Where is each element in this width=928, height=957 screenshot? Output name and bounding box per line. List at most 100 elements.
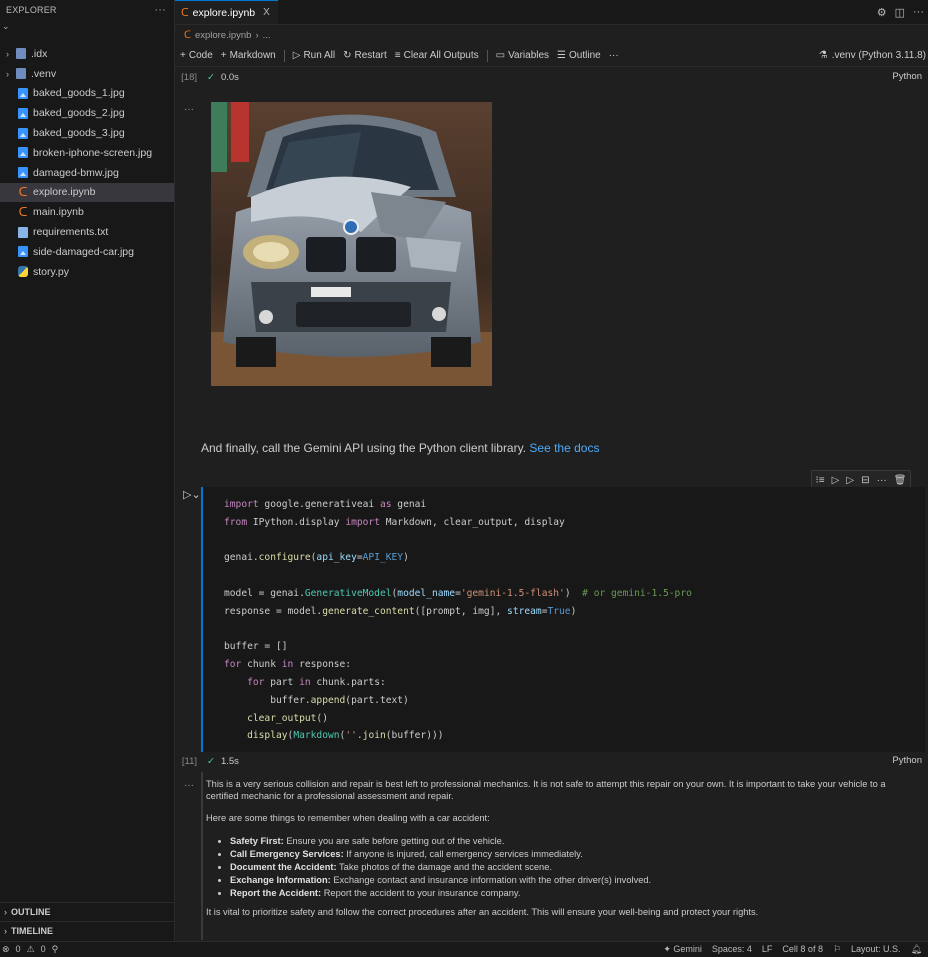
execute-above-icon[interactable]: ▷ <box>832 475 840 486</box>
image-file-icon <box>18 107 28 119</box>
add-markdown-button[interactable]: + Markdown <box>221 50 276 61</box>
split-editor-icon[interactable]: ◫ <box>895 6 905 19</box>
split-cell-icon[interactable]: ⊟ <box>861 475 869 486</box>
breadcrumb-file[interactable]: explore.ipynb <box>195 30 252 41</box>
execute-below-icon[interactable]: ▷ <box>846 475 854 486</box>
tree-item-baked-goods-2[interactable]: baked_goods_2.jpg <box>0 103 174 123</box>
chevron-right-icon: › <box>4 926 7 936</box>
execution-time: 0.0s <box>220 71 239 83</box>
jupyter-icon: ᑕ <box>184 29 191 41</box>
outline-button[interactable]: ☰ Outline <box>557 50 601 61</box>
image-file-icon <box>18 147 28 159</box>
tree-item-broken-iphone[interactable]: broken-iphone-screen.jpg <box>0 143 174 163</box>
list-item-text: Ensure you are safe before getting out o… <box>286 835 505 846</box>
error-count: 0 <box>15 944 21 954</box>
check-icon: ✓ <box>207 755 215 767</box>
tree-item-label: side-damaged-car.jpg <box>33 245 134 258</box>
tree-item-side-damaged-car[interactable]: side-damaged-car.jpg <box>0 242 174 262</box>
variables-button[interactable]: ▭ Variables <box>496 50 549 61</box>
image-file-icon <box>18 246 28 258</box>
tree-item-damaged-bmw[interactable]: damaged-bmw.jpg <box>0 163 174 183</box>
output-list-intro: Here are some things to remember when de… <box>206 813 490 823</box>
warning-count: 0 <box>40 944 46 954</box>
tree-item-explore-ipynb[interactable]: ᑕ explore.ipynb <box>0 182 174 203</box>
gear-icon[interactable]: ⚙ <box>877 6 887 19</box>
tree-item-story-py[interactable]: story.py <box>0 262 174 282</box>
flask-icon: ⚗ <box>818 50 828 61</box>
tab-bar: ᑕ explore.ipynb X ⚙ ◫ ··· <box>175 0 928 25</box>
problems-indicator[interactable]: ⊗ 0 ⚠ 0 ⚲ <box>0 944 58 955</box>
tree-item-label: damaged-bmw.jpg <box>33 166 119 179</box>
folder-icon <box>16 48 26 60</box>
broadcast-icon[interactable]: ⚲ <box>52 944 59 955</box>
outline-label: Outline <box>569 50 601 61</box>
tree-item-label: baked_goods_3.jpg <box>33 127 125 140</box>
toolbar-more-button[interactable]: ··· <box>609 50 619 61</box>
indentation-status[interactable]: Spaces: 4 <box>712 944 752 955</box>
close-icon[interactable]: X <box>263 7 270 18</box>
explorer-sidebar: EXPLORER ··· ⌄ › .idx › .venv baked_goods_… <box>0 0 175 941</box>
outline-section[interactable]: › OUTLINE <box>0 902 174 921</box>
clear-outputs-button[interactable]: ≡ Clear All Outputs <box>395 50 479 61</box>
code-editor[interactable]: import google.generativeai as genai from… <box>224 496 692 745</box>
kernel-picker[interactable]: ⚗ .venv (Python 3.11.8) <box>819 50 926 61</box>
run-cell-button[interactable]: ▷⌄ <box>183 488 201 501</box>
list-item: Call Emergency Services: If anyone is in… <box>230 849 913 861</box>
vscode-window: EXPLORER ··· ⌄ › .idx › .venv baked_goods_… <box>0 0 928 957</box>
bell-icon[interactable]: 🔔︎ <box>911 944 922 955</box>
timeline-label: TIMELINE <box>11 926 53 936</box>
cell-output: This is a very serious collision and rep… <box>201 772 925 940</box>
eol-status[interactable]: LF <box>762 944 773 955</box>
restart-button[interactable]: ↻ Restart <box>343 50 387 61</box>
tree-item-venv[interactable]: › .venv <box>0 64 174 84</box>
tree-item-label: main.ipynb <box>33 206 84 219</box>
tree-item-requirements[interactable]: requirements.txt <box>0 222 174 242</box>
run-all-icon: ▷ <box>292 50 301 61</box>
output-more-icon[interactable]: ··· <box>184 780 194 791</box>
add-code-button[interactable]: + Code <box>180 50 213 61</box>
plus-icon: + <box>220 50 227 61</box>
tree-item-label: story.py <box>33 265 69 278</box>
workspace-chevron-icon[interactable]: ⌄ <box>0 20 174 32</box>
feedback-icon[interactable]: ⚐ <box>833 944 841 955</box>
markdown-text: And finally, call the Gemini API using t… <box>201 441 527 455</box>
tree-item-baked-goods-1[interactable]: baked_goods_1.jpg <box>0 84 174 104</box>
jupyter-icon: ᑕ <box>18 204 28 219</box>
chevron-right-icon: › <box>6 48 9 59</box>
run-all-button[interactable]: ▷ Run All <box>293 50 335 61</box>
code-cell[interactable]: import google.generativeai as genai from… <box>201 487 925 752</box>
cell-status-bar: [11] ✓ 1.5s Python <box>175 751 928 771</box>
image-file-icon <box>18 167 28 179</box>
cell-language[interactable]: Python <box>892 71 922 82</box>
gemini-label: Gemini <box>673 944 702 954</box>
execution-time: 1.5s <box>220 755 239 767</box>
tree-item-idx[interactable]: › .idx <box>0 44 174 64</box>
run-by-line-icon[interactable]: ⁝≡ <box>816 475 825 486</box>
explorer-title: EXPLORER <box>6 5 57 15</box>
tab-explore-ipynb[interactable]: ᑕ explore.ipynb X <box>175 0 278 24</box>
notebook-editor: ᑕ explore.ipynb X ⚙ ◫ ··· ᑕ explore.ipyn… <box>175 0 928 941</box>
variables-label: Variables <box>508 50 550 61</box>
explorer-more-button[interactable]: ··· <box>154 4 166 16</box>
list-item-head: Call Emergency Services: <box>230 848 344 859</box>
tree-item-main-ipynb[interactable]: ᑕ main.ipynb <box>0 202 174 222</box>
keyboard-layout-status[interactable]: Layout: U.S. <box>851 944 901 955</box>
delete-icon[interactable]: 🗑 <box>894 475 907 486</box>
docs-link[interactable]: See the docs <box>529 441 599 455</box>
tree-item-baked-goods-3[interactable]: baked_goods_3.jpg <box>0 123 174 143</box>
cell-position-status[interactable]: Cell 8 of 8 <box>782 944 823 955</box>
tab-label: explore.ipynb <box>192 6 256 19</box>
markdown-cell[interactable]: And finally, call the Gemini API using t… <box>201 441 599 455</box>
timeline-section[interactable]: › TIMELINE <box>0 921 174 940</box>
cell-language[interactable]: Python <box>892 755 922 766</box>
gemini-status[interactable]: ✦ Gemini <box>663 944 702 955</box>
output-intro: This is a very serious collision and rep… <box>206 779 886 801</box>
breadcrumb: ᑕ explore.ipynb › ... <box>175 25 928 45</box>
output-more-icon[interactable]: ··· <box>184 104 194 115</box>
breadcrumb-rest[interactable]: ... <box>263 30 271 41</box>
more-actions-icon[interactable]: ··· <box>913 6 924 19</box>
execution-count: [11] <box>181 755 197 767</box>
cell-more-icon[interactable]: ··· <box>877 475 887 486</box>
tree-item-label: broken-iphone-screen.jpg <box>33 146 153 159</box>
outline-label: OUTLINE <box>11 907 51 917</box>
